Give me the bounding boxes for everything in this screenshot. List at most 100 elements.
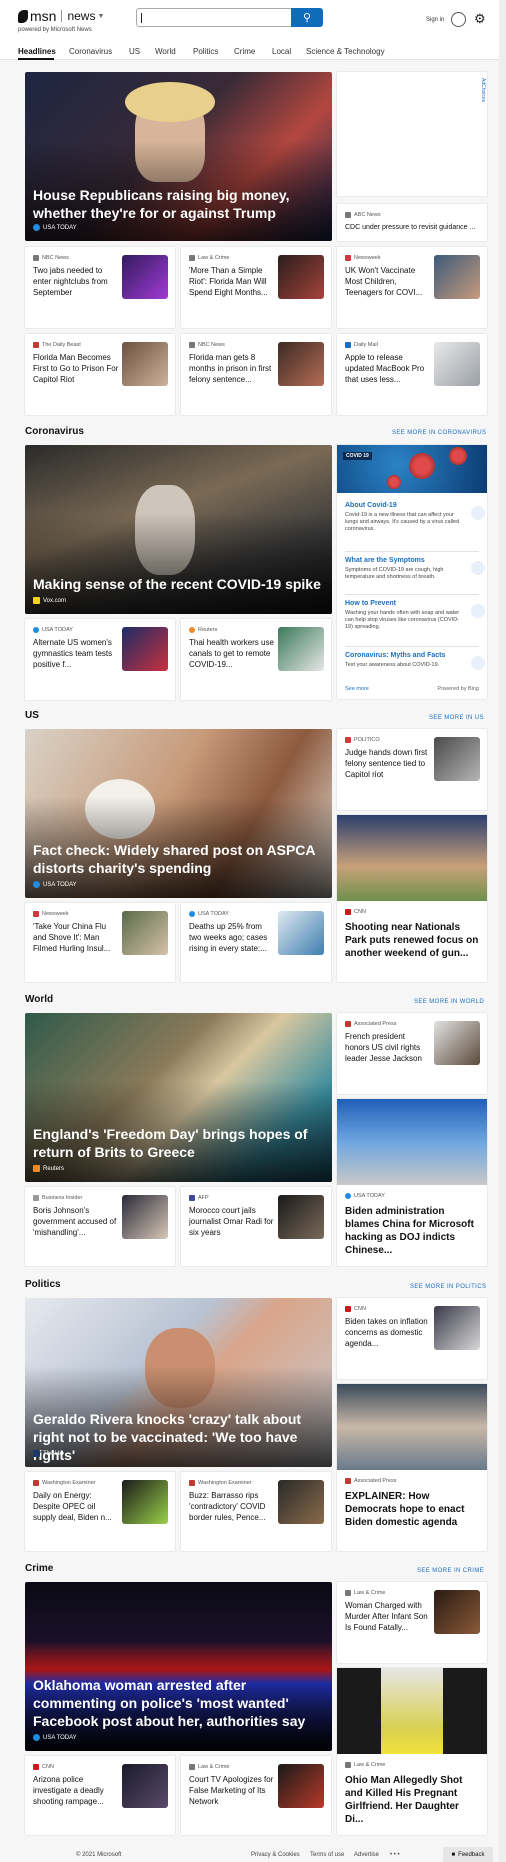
card-title[interactable]: Daily on Energy: Despite OPEC oil supply… — [33, 1490, 119, 1523]
ad-choices-label[interactable]: AdChoices — [480, 78, 486, 102]
card-title[interactable]: CDC under pressure to revisit guidance .… — [345, 222, 485, 233]
covid-panel: COVID 19 About Covid-19 Covid-19 is a new… — [337, 445, 487, 699]
top-hero[interactable]: House Republicans raising big money, whe… — [25, 72, 332, 241]
news-card[interactable]: Daily Mail Apple to release updated MacB… — [337, 334, 487, 415]
see-more-world[interactable]: SEE MORE IN WORLD — [414, 999, 484, 1005]
card-title[interactable]: Ohio Man Allegedly Shot and Killed His P… — [345, 1774, 479, 1826]
news-card[interactable]: POLITICO Judge hands down first felony s… — [337, 729, 487, 810]
us-hero[interactable]: Fact check: Widely shared post on ASPCA … — [25, 729, 332, 898]
signin-link[interactable]: Sign in — [426, 17, 444, 23]
news-card-large[interactable]: Law & Crime Ohio Man Allegedly Shot and … — [337, 1668, 487, 1835]
tab-local[interactable]: Local — [272, 47, 291, 56]
covid-item[interactable]: How to Prevent Washing your hands often w… — [345, 594, 485, 631]
covid-tag: COVID 19 — [343, 452, 372, 460]
news-card[interactable]: USA TODAY Alternate US women's gymnastic… — [25, 619, 175, 700]
thumbnail — [434, 1590, 480, 1634]
hero-title[interactable]: House Republicans raising big money, whe… — [33, 186, 322, 222]
news-card[interactable]: USA TODAY Deaths up 25% from two weeks a… — [181, 903, 331, 982]
card-title[interactable]: Woman Charged with Murder After Infant S… — [345, 1600, 431, 1633]
news-card[interactable]: NBC News Two jabs needed to enter nightc… — [25, 247, 175, 328]
news-card[interactable]: Washington Examiner Buzz: Barrasso rips … — [181, 1472, 331, 1551]
card-title[interactable]: Biden administration blames China for Mi… — [345, 1205, 479, 1257]
card-title[interactable]: Shooting near Nationals Park puts renewe… — [345, 921, 479, 960]
search-input[interactable] — [136, 8, 292, 27]
card-title[interactable]: Boris Johnson's government accused of 'm… — [33, 1205, 119, 1238]
news-card[interactable]: Reuters Thai health workers use canals t… — [181, 619, 331, 700]
gear-icon[interactable]: ⚙ — [474, 11, 486, 27]
scrollbar[interactable] — [499, 0, 506, 1862]
news-card-large[interactable]: CNN Shooting near Nationals Park puts re… — [337, 815, 487, 982]
see-more-crime[interactable]: SEE MORE IN CRIME — [417, 1568, 484, 1574]
news-card[interactable]: Law & Crime Woman Charged with Murder Af… — [337, 1582, 487, 1663]
card-title[interactable]: UK Won't Vaccinate Most Children, Teenag… — [345, 265, 431, 298]
news-card[interactable]: Associated Press French president honors… — [337, 1013, 487, 1094]
tab-us[interactable]: US — [129, 47, 140, 56]
card-title[interactable]: Biden takes on inflation concerns as dom… — [345, 1316, 431, 1349]
tab-headlines[interactable]: Headlines — [18, 47, 56, 56]
news-card[interactable]: Washington Examiner Daily on Energy: Des… — [25, 1472, 175, 1551]
news-card[interactable]: Newsweek 'Take Your China Flu and Shove … — [25, 903, 175, 982]
card-title[interactable]: Court TV Apologizes for False Marketing … — [189, 1774, 275, 1807]
card-title[interactable]: Florida man gets 8 months in prison in f… — [189, 352, 275, 385]
card-title[interactable]: Morocco court jails journalist Omar Radi… — [189, 1205, 275, 1238]
news-card[interactable]: Law & Crime 'More Than a Simple Riot': F… — [181, 247, 331, 328]
news-card[interactable]: AFP Morocco court jails journalist Omar … — [181, 1187, 331, 1266]
ad-card[interactable]: AdChoices — [337, 72, 487, 196]
tab-crime[interactable]: Crime — [234, 47, 255, 56]
advertise-link[interactable]: Advertise — [354, 1852, 379, 1858]
covid-item[interactable]: What are the Symptoms Symptoms of COVID-1… — [345, 551, 485, 581]
hero-title[interactable]: Making sense of the recent COVID-19 spik… — [33, 575, 322, 593]
chevron-down-icon[interactable]: ▼ — [97, 13, 104, 20]
coronavirus-hero[interactable]: Making sense of the recent COVID-19 spik… — [25, 445, 332, 614]
hero-source: USA TODAY — [33, 881, 77, 888]
covid-item[interactable]: About Covid-19 Covid-19 is a new illness … — [345, 502, 485, 533]
card-title[interactable]: Buzz: Barrasso rips 'contradictory' COVI… — [189, 1490, 275, 1523]
see-more-coronavirus[interactable]: SEE MORE IN CORONAVIRUS — [392, 430, 486, 436]
news-card[interactable]: CNN Arizona police investigate a deadly … — [25, 1756, 175, 1835]
card-title[interactable]: Florida Man Becomes First to Go to Priso… — [33, 352, 119, 385]
hero-title[interactable]: Geraldo Rivera knocks 'crazy' talk about… — [33, 1410, 322, 1464]
hero-title[interactable]: Oklahoma woman arrested after commenting… — [33, 1676, 322, 1730]
feedback-button[interactable]: ■ Feedback — [443, 1847, 493, 1862]
privacy-link[interactable]: Privacy & Cookies — [251, 1852, 300, 1858]
news-card[interactable]: NBC News Florida man gets 8 months in pr… — [181, 334, 331, 415]
crime-hero[interactable]: Oklahoma woman arrested after commenting… — [25, 1582, 332, 1751]
card-title[interactable]: Thai health workers use canals to get to… — [189, 637, 275, 670]
covid-see-more[interactable]: See more — [345, 686, 369, 692]
news-card[interactable]: Law & Crime Court TV Apologizes for Fals… — [181, 1756, 331, 1835]
tab-science-technology[interactable]: Science & Technology — [306, 47, 385, 56]
card-title[interactable]: Apple to release updated MacBook Pro tha… — [345, 352, 431, 385]
news-card[interactable]: The Daily Beast Florida Man Becomes Firs… — [25, 334, 175, 415]
terms-link[interactable]: Terms of use — [310, 1852, 344, 1858]
news-card[interactable]: Newsweek UK Won't Vaccinate Most Childre… — [337, 247, 487, 328]
card-title[interactable]: Deaths up 25% from two weeks ago; cases … — [189, 921, 275, 954]
hero-title[interactable]: Fact check: Widely shared post on ASPCA … — [33, 841, 322, 877]
avatar-icon[interactable] — [451, 12, 466, 27]
world-hero[interactable]: England's 'Freedom Day' brings hopes of … — [25, 1013, 332, 1182]
tab-politics[interactable]: Politics — [193, 47, 218, 56]
see-more-politics[interactable]: SEE MORE IN POLITICS — [410, 1284, 486, 1290]
thumbnail — [122, 911, 168, 955]
news-card[interactable]: CNN Biden takes on inflation concerns as… — [337, 1298, 487, 1379]
news-card[interactable]: Business Insider Boris Johnson's governm… — [25, 1187, 175, 1266]
news-card-large[interactable]: USA TODAY Biden administration blames Ch… — [337, 1099, 487, 1266]
card-title[interactable]: French president honors US civil rights … — [345, 1031, 431, 1064]
politics-hero[interactable]: Geraldo Rivera knocks 'crazy' talk about… — [25, 1298, 332, 1467]
card-title[interactable]: 'Take Your China Flu and Shove It': Man … — [33, 921, 119, 954]
news-card-large[interactable]: Associated Press EXPLAINER: How Democrat… — [337, 1384, 487, 1551]
tab-coronavirus[interactable]: Coronavirus — [69, 47, 112, 56]
card-title[interactable]: Arizona police investigate a deadly shoo… — [33, 1774, 119, 1807]
hero-title[interactable]: England's 'Freedom Day' brings hopes of … — [33, 1125, 322, 1161]
search-button[interactable]: ⚲ — [291, 8, 323, 27]
card-title[interactable]: Judge hands down first felony sentence t… — [345, 747, 431, 780]
card-title[interactable]: EXPLAINER: How Democrats hope to enact B… — [345, 1490, 479, 1529]
more-icon[interactable]: • • • — [390, 1852, 400, 1858]
msn-logo[interactable]: msn news ▼ — [18, 8, 104, 24]
news-card[interactable]: ABC News CDC under pressure to revisit g… — [337, 204, 487, 241]
card-title[interactable]: Alternate US women's gymnastics team tes… — [33, 637, 119, 670]
covid-item[interactable]: Coronavirus: Myths and Facts Test your aw… — [345, 646, 485, 670]
card-title[interactable]: 'More Than a Simple Riot': Florida Man W… — [189, 265, 275, 298]
see-more-us[interactable]: SEE MORE IN US — [429, 715, 484, 721]
card-title[interactable]: Two jabs needed to enter nightclubs from… — [33, 265, 119, 298]
tab-world[interactable]: World — [155, 47, 176, 56]
